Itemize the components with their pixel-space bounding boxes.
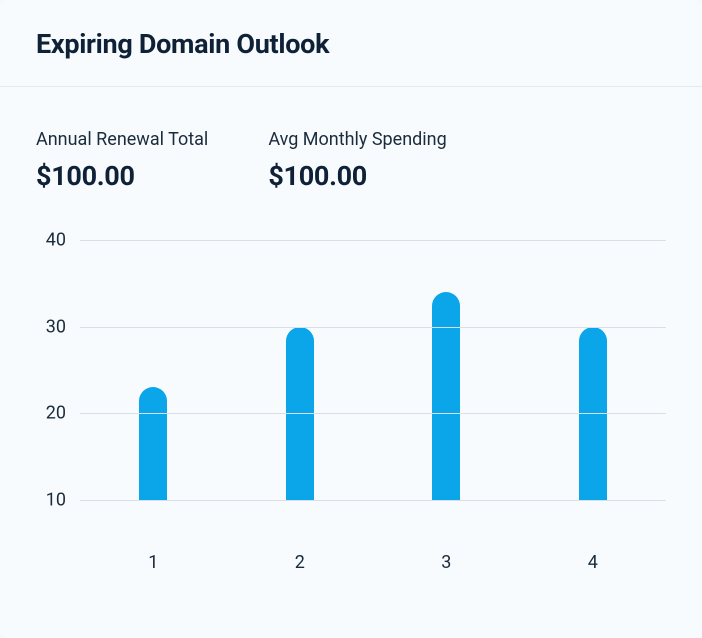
chart-plot-area [80,240,666,500]
gridline [80,500,666,501]
bars-group [80,240,666,500]
stats-row: Annual Renewal Total $100.00 Avg Monthly… [0,87,702,192]
x-tick: 2 [227,552,374,573]
gridline [80,327,666,328]
stat-label: Annual Renewal Total [36,129,208,150]
bar-column [80,387,227,500]
gridline [80,413,666,414]
y-tick: 40 [46,230,66,251]
bar [432,292,460,500]
x-tick: 3 [373,552,520,573]
stat-value: $100.00 [268,160,446,192]
y-axis: 10203040 [36,240,80,500]
card-header: Expiring Domain Outlook [0,0,702,87]
x-axis: 1234 [80,540,666,573]
x-tick: 1 [80,552,227,573]
card-title: Expiring Domain Outlook [36,28,666,60]
y-tick: 10 [46,490,66,511]
stat-avg-monthly: Avg Monthly Spending $100.00 [268,129,446,192]
stat-annual-renewal: Annual Renewal Total $100.00 [36,129,208,192]
bar-chart: 10203040 [36,240,666,540]
bar [139,387,167,500]
x-tick: 4 [520,552,667,573]
y-tick: 20 [46,403,66,424]
expiring-domain-card: Expiring Domain Outlook Annual Renewal T… [0,0,702,638]
gridline [80,240,666,241]
stat-label: Avg Monthly Spending [268,129,446,150]
stat-value: $100.00 [36,160,208,192]
y-tick: 30 [46,316,66,337]
bar-column [373,292,520,500]
chart-container: 10 20 30 40 1234 [0,192,702,573]
